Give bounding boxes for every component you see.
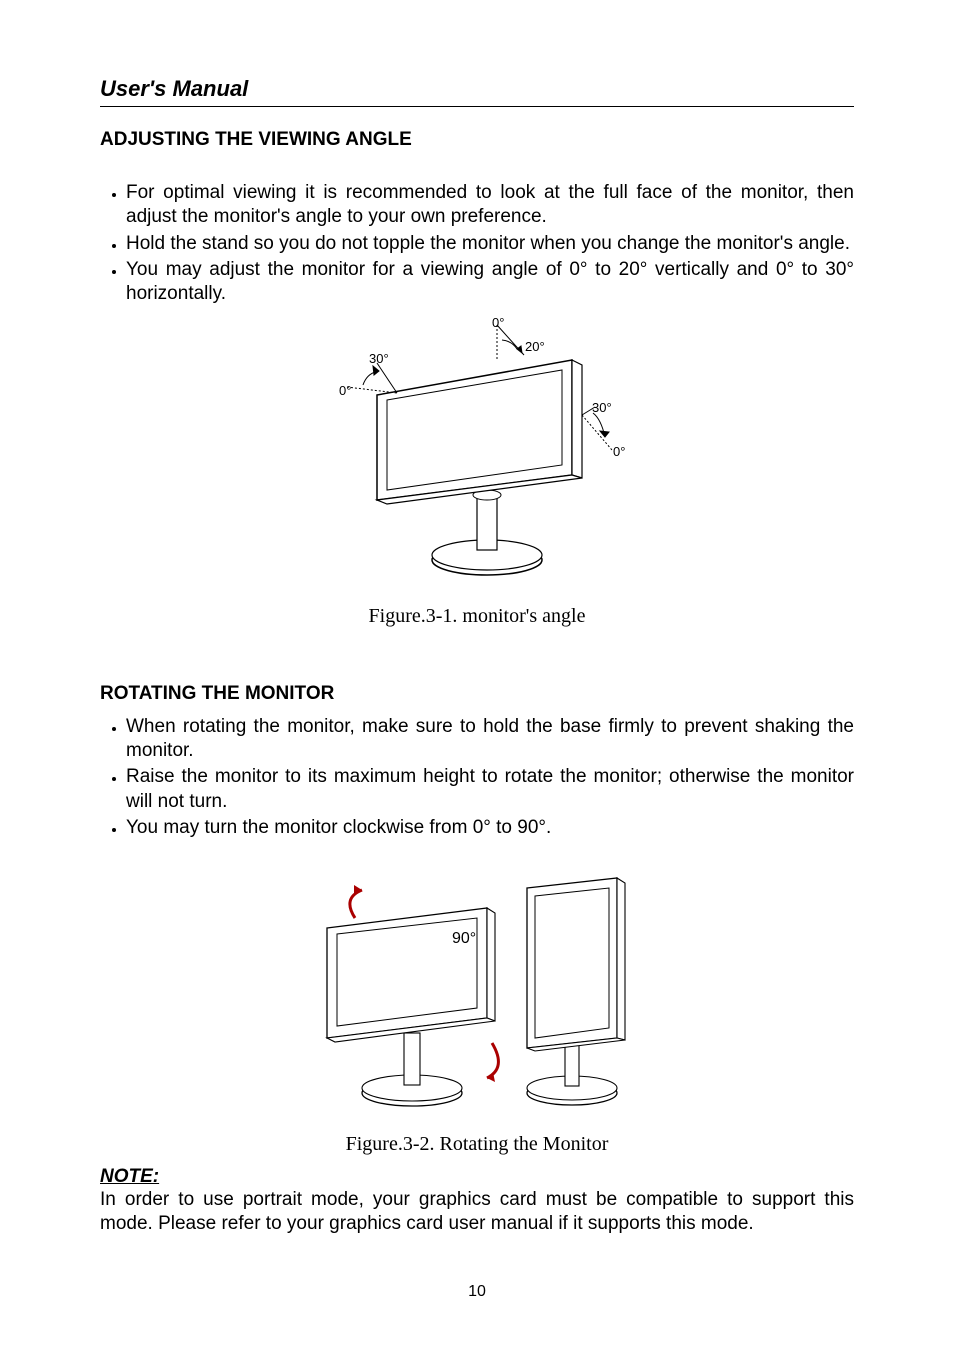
angle-label: 30° — [592, 400, 612, 415]
angle-label: 20° — [525, 339, 545, 354]
list-item: You may adjust the monitor for a viewing… — [126, 258, 854, 307]
section-heading-adjusting: ADJUSTING THE VIEWING ANGLE — [100, 129, 854, 151]
angle-label: 90° — [452, 930, 476, 947]
header-rule — [100, 106, 854, 107]
list-item: For optimal viewing it is recommended to… — [126, 181, 854, 230]
list-item: Hold the stand so you do not topple the … — [126, 232, 854, 256]
figure-3-2: 90° Figure.3-2. Rotating the Monitor — [100, 868, 854, 1156]
adjusting-bullet-list: For optimal viewing it is recommended to… — [100, 181, 854, 307]
list-item: You may turn the monitor clockwise from … — [126, 816, 854, 840]
rotating-bullet-list: When rotating the monitor, make sure to … — [100, 715, 854, 841]
figure-3-1: 0° 20° 0° 30° 30° 0° Figure.3-1. monitor… — [100, 315, 854, 628]
monitor-rotate-diagram: 90° — [307, 868, 647, 1118]
angle-label: 0° — [613, 444, 625, 459]
figure-caption: Figure.3-1. monitor's angle — [100, 605, 854, 628]
list-item: Raise the monitor to its maximum height … — [126, 765, 854, 814]
note-heading: NOTE: — [100, 1166, 854, 1188]
list-item: When rotating the monitor, make sure to … — [126, 715, 854, 764]
monitor-angle-diagram: 0° 20° 0° 30° 30° 0° — [317, 315, 637, 590]
angle-label: 0° — [339, 383, 351, 398]
section-heading-rotating: ROTATING THE MONITOR — [100, 683, 854, 705]
figure-caption: Figure.3-2. Rotating the Monitor — [100, 1133, 854, 1156]
page-number: 10 — [0, 1283, 954, 1301]
note-body: In order to use portrait mode, your grap… — [100, 1188, 854, 1237]
manual-page: User's Manual ADJUSTING THE VIEWING ANGL… — [0, 0, 954, 1351]
angle-label: 0° — [492, 315, 504, 330]
page-header-title: User's Manual — [100, 76, 854, 102]
angle-label: 30° — [369, 351, 389, 366]
